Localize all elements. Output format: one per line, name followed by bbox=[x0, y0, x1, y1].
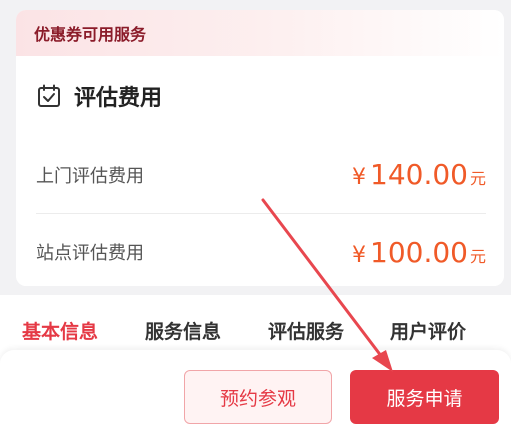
reserve-visit-button[interactable]: 预约参观 bbox=[184, 370, 332, 424]
evaluation-title-row: 评估费用 bbox=[36, 56, 486, 136]
fee-label: 上门评估费用 bbox=[36, 165, 144, 187]
tab-evaluation-service[interactable]: 评估服务 bbox=[268, 317, 344, 344]
fee-label: 站点评估费用 bbox=[36, 243, 144, 264]
tab-user-reviews[interactable]: 用户评价 bbox=[390, 317, 466, 344]
evaluation-fee-card: 评估费用 上门评估费用 ¥ 140.00 元 站点评估费用 ¥ 100.00 元 bbox=[16, 56, 504, 286]
fee-unit: 元 bbox=[469, 246, 486, 266]
fee-amount: ¥ 140.00 元 bbox=[352, 158, 486, 191]
evaluation-title: 评估费用 bbox=[74, 86, 163, 111]
fee-row-home: 上门评估费用 ¥ 140.00 元 bbox=[36, 136, 486, 213]
fee-unit: 元 bbox=[469, 169, 486, 188]
fee-value: 100.00 bbox=[370, 235, 468, 269]
coupon-header: 优惠券可用服务 bbox=[16, 10, 504, 56]
fee-currency: ¥ bbox=[352, 165, 366, 190]
calendar-check-icon bbox=[36, 83, 62, 109]
coupon-header-title: 优惠券可用服务 bbox=[34, 25, 147, 44]
bottom-action-bar: 预约参观 服务申请 bbox=[0, 350, 511, 440]
service-apply-button[interactable]: 服务申请 bbox=[350, 370, 499, 424]
fee-value: 140.00 bbox=[370, 158, 468, 191]
coupon-service-card: 优惠券可用服务 评估费用 上门评估费用 ¥ 140.00 元 站点评估费用 ¥ … bbox=[16, 10, 504, 286]
fee-row-station: 站点评估费用 ¥ 100.00 元 bbox=[36, 213, 486, 286]
tab-service-info[interactable]: 服务信息 bbox=[145, 317, 221, 344]
fee-currency: ¥ bbox=[352, 242, 366, 268]
tab-basic-info[interactable]: 基本信息 bbox=[22, 317, 98, 344]
fee-amount: ¥ 100.00 元 bbox=[352, 236, 486, 269]
